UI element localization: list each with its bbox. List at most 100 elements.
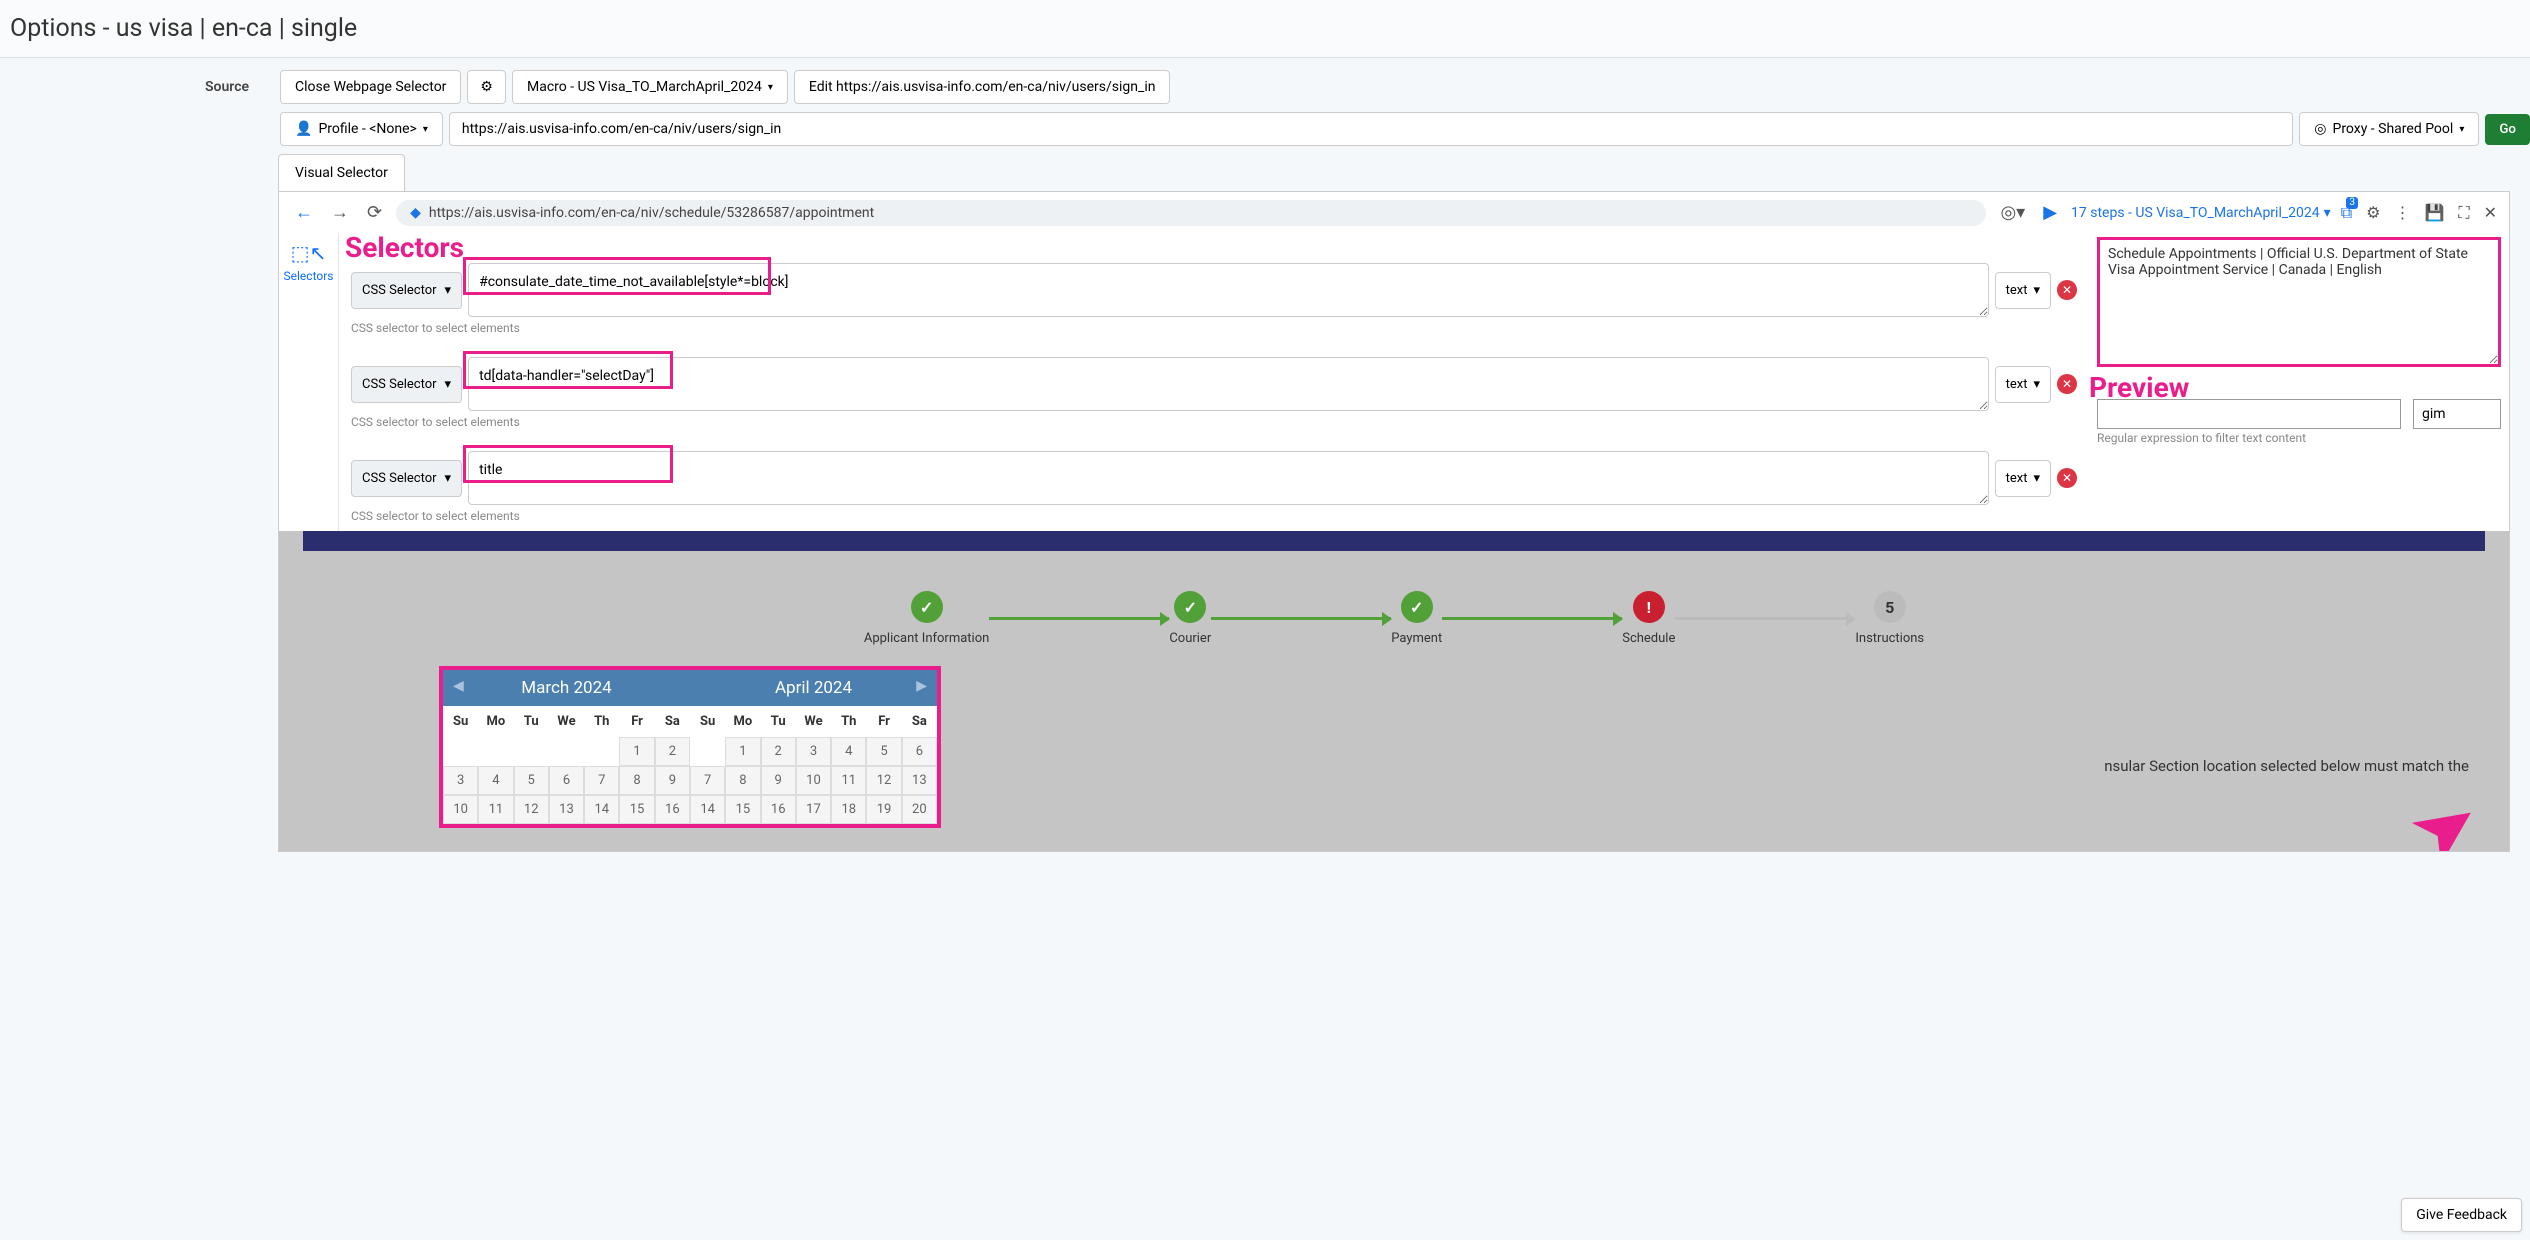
calendar-cell[interactable]: 6 [549,766,584,795]
preview-output[interactable]: Schedule Appointments | Official U.S. De… [2097,237,2501,367]
calendar-cell[interactable]: 20 [902,795,937,824]
calendar-cell[interactable]: 1 [619,737,654,766]
calendar-cell[interactable]: 16 [761,795,796,824]
calendar-cell[interactable]: 7 [690,766,725,795]
remove-selector-button[interactable]: ✕ [2057,280,2077,300]
steps-dropdown[interactable]: 17 steps - US Visa_TO_MarchApril_2024 ▾ [2071,205,2331,221]
selector-row-2: CSS Selector ▾ td[data-handler="selectDa… [351,357,2077,411]
selector-helper-2: CSS selector to select elements [351,415,2077,429]
selector-input-2[interactable]: td[data-handler="selectDay"] [468,357,1989,411]
selector-helper-1: CSS selector to select elements [351,321,2077,335]
page-title: Options - us visa | en-ca | single [10,14,2520,43]
macro-label: Macro - US Visa_TO_MarchApril_2024 [527,79,762,95]
tabs: Visual Selector [278,154,2510,192]
calendar-cell[interactable]: 12 [866,766,901,795]
chevron-down-icon: ▾ [445,471,452,486]
selector-type-dropdown[interactable]: CSS Selector ▾ [351,272,462,309]
calendar-cell[interactable]: 8 [725,766,760,795]
calendar-cell[interactable]: 9 [655,766,690,795]
calendar-cell[interactable]: 13 [549,795,584,824]
calendar-cell[interactable]: 2 [655,737,690,766]
expand-icon[interactable]: ⛶ [2458,203,2469,223]
devices-badge: 3 [2346,197,2358,209]
source-url-input[interactable] [449,112,2293,146]
proxy-label: Proxy - Shared Pool [2332,121,2453,137]
close-icon[interactable]: ✕ [2484,203,2497,222]
calendar-cell[interactable]: 14 [690,795,725,824]
calendar-cell[interactable]: 14 [584,795,619,824]
remove-selector-button[interactable]: ✕ [2057,468,2077,488]
calendar-cell[interactable]: 19 [866,795,901,824]
chevron-down-icon: ▾ [2033,377,2040,392]
shield-icon: ◆ [410,205,421,221]
calendar-cell[interactable]: 12 [514,795,549,824]
regex-helper: Regular expression to filter text conten… [2097,431,2501,445]
calendar-cell[interactable]: 13 [902,766,937,795]
calendar-cell[interactable]: 3 [796,737,831,766]
calendar-day-header: Mo [725,706,760,737]
calendar-cell[interactable]: 18 [831,795,866,824]
tab-visual-selector[interactable]: Visual Selector [278,154,405,191]
selectors-tab-label[interactable]: Selectors [279,269,338,283]
calendar-cell[interactable]: 15 [619,795,654,824]
profile-dropdown[interactable]: 👤 Profile - <None> ▾ [280,112,443,146]
selector-input-3[interactable]: title [468,451,1989,505]
go-button[interactable]: Go [2485,114,2530,145]
calendar-next-icon[interactable]: ▶ [916,678,927,694]
address-url: https://ais.usvisa-info.com/en-ca/niv/sc… [429,205,874,221]
calendar-prev-icon[interactable]: ◀ [453,678,464,694]
calendar-cell[interactable]: 2 [761,737,796,766]
format-dropdown[interactable]: text ▾ [1995,460,2051,497]
calendar-cell[interactable]: 4 [831,737,866,766]
save-icon[interactable]: 💾 [2424,203,2444,222]
calendar-cell[interactable]: 16 [655,795,690,824]
calendar-cell[interactable]: 8 [619,766,654,795]
give-feedback-button[interactable]: Give Feedback [2401,1198,2522,1232]
forward-icon[interactable]: → [327,198,353,227]
edit-url-button[interactable]: Edit https://ais.usvisa-info.com/en-ca/n… [794,70,1171,104]
reload-icon[interactable]: ⟳ [363,198,386,227]
location-pin-icon[interactable]: ◎▾ [1996,198,2029,227]
address-bar[interactable]: ◆ https://ais.usvisa-info.com/en-ca/niv/… [396,200,1986,226]
back-icon[interactable]: ← [291,198,317,227]
format-dropdown[interactable]: text ▾ [1995,272,2051,309]
play-icon[interactable]: ▶ [2039,198,2061,227]
step-schedule: ! Schedule [1622,591,1675,646]
proxy-dropdown[interactable]: ◎ Proxy - Shared Pool ▾ [2299,112,2479,146]
calendar-cell[interactable]: 7 [584,766,619,795]
chevron-down-icon: ▾ [2459,124,2464,135]
calendar-cell[interactable]: 11 [831,766,866,795]
calendar-cell[interactable]: 6 [902,737,937,766]
calendar-cell[interactable]: 1 [725,737,760,766]
calendar-cell[interactable]: 3 [443,766,478,795]
macro-dropdown[interactable]: Macro - US Visa_TO_MarchApril_2024 ▾ [512,70,788,104]
calendar-cell[interactable]: 5 [514,766,549,795]
step-payment: ✓ Payment [1391,591,1442,646]
format-label: text [2006,471,2028,486]
calendar-cell [443,737,478,766]
devices-icon[interactable]: ⧉ 3 [2341,203,2352,223]
selector-input-1[interactable]: #consulate_date_time_not_available[style… [468,263,1989,317]
calendar-cell[interactable]: 15 [725,795,760,824]
remove-selector-button[interactable]: ✕ [2057,374,2077,394]
close-webpage-selector-button[interactable]: Close Webpage Selector [280,70,461,104]
settings-gear-button[interactable]: ⚙ [467,70,506,104]
page-viewport[interactable]: ➤ ✓ Applicant Information ✓ Courier [279,531,2509,851]
calendar-day-header: Sa [902,706,937,737]
regex-flags-input[interactable] [2413,399,2501,429]
calendar-cell[interactable]: 9 [761,766,796,795]
calendar-cell[interactable]: 10 [796,766,831,795]
format-dropdown[interactable]: text ▾ [1995,366,2051,403]
selector-type-dropdown[interactable]: CSS Selector ▾ [351,366,462,403]
kebab-icon[interactable]: ⋮ [2394,203,2410,222]
calendar-cell[interactable]: 10 [443,795,478,824]
calendar-cell[interactable]: 5 [866,737,901,766]
calendar-cell[interactable]: 17 [796,795,831,824]
selector-type-dropdown[interactable]: CSS Selector ▾ [351,460,462,497]
calendar-cell[interactable]: 4 [478,766,513,795]
calendar-cell[interactable]: 11 [478,795,513,824]
selector-cursor-icon[interactable]: ⬚↖ [279,241,338,265]
calendar-cell [549,737,584,766]
format-label: text [2006,283,2028,298]
settings-icon[interactable]: ⚙ [2366,203,2380,222]
